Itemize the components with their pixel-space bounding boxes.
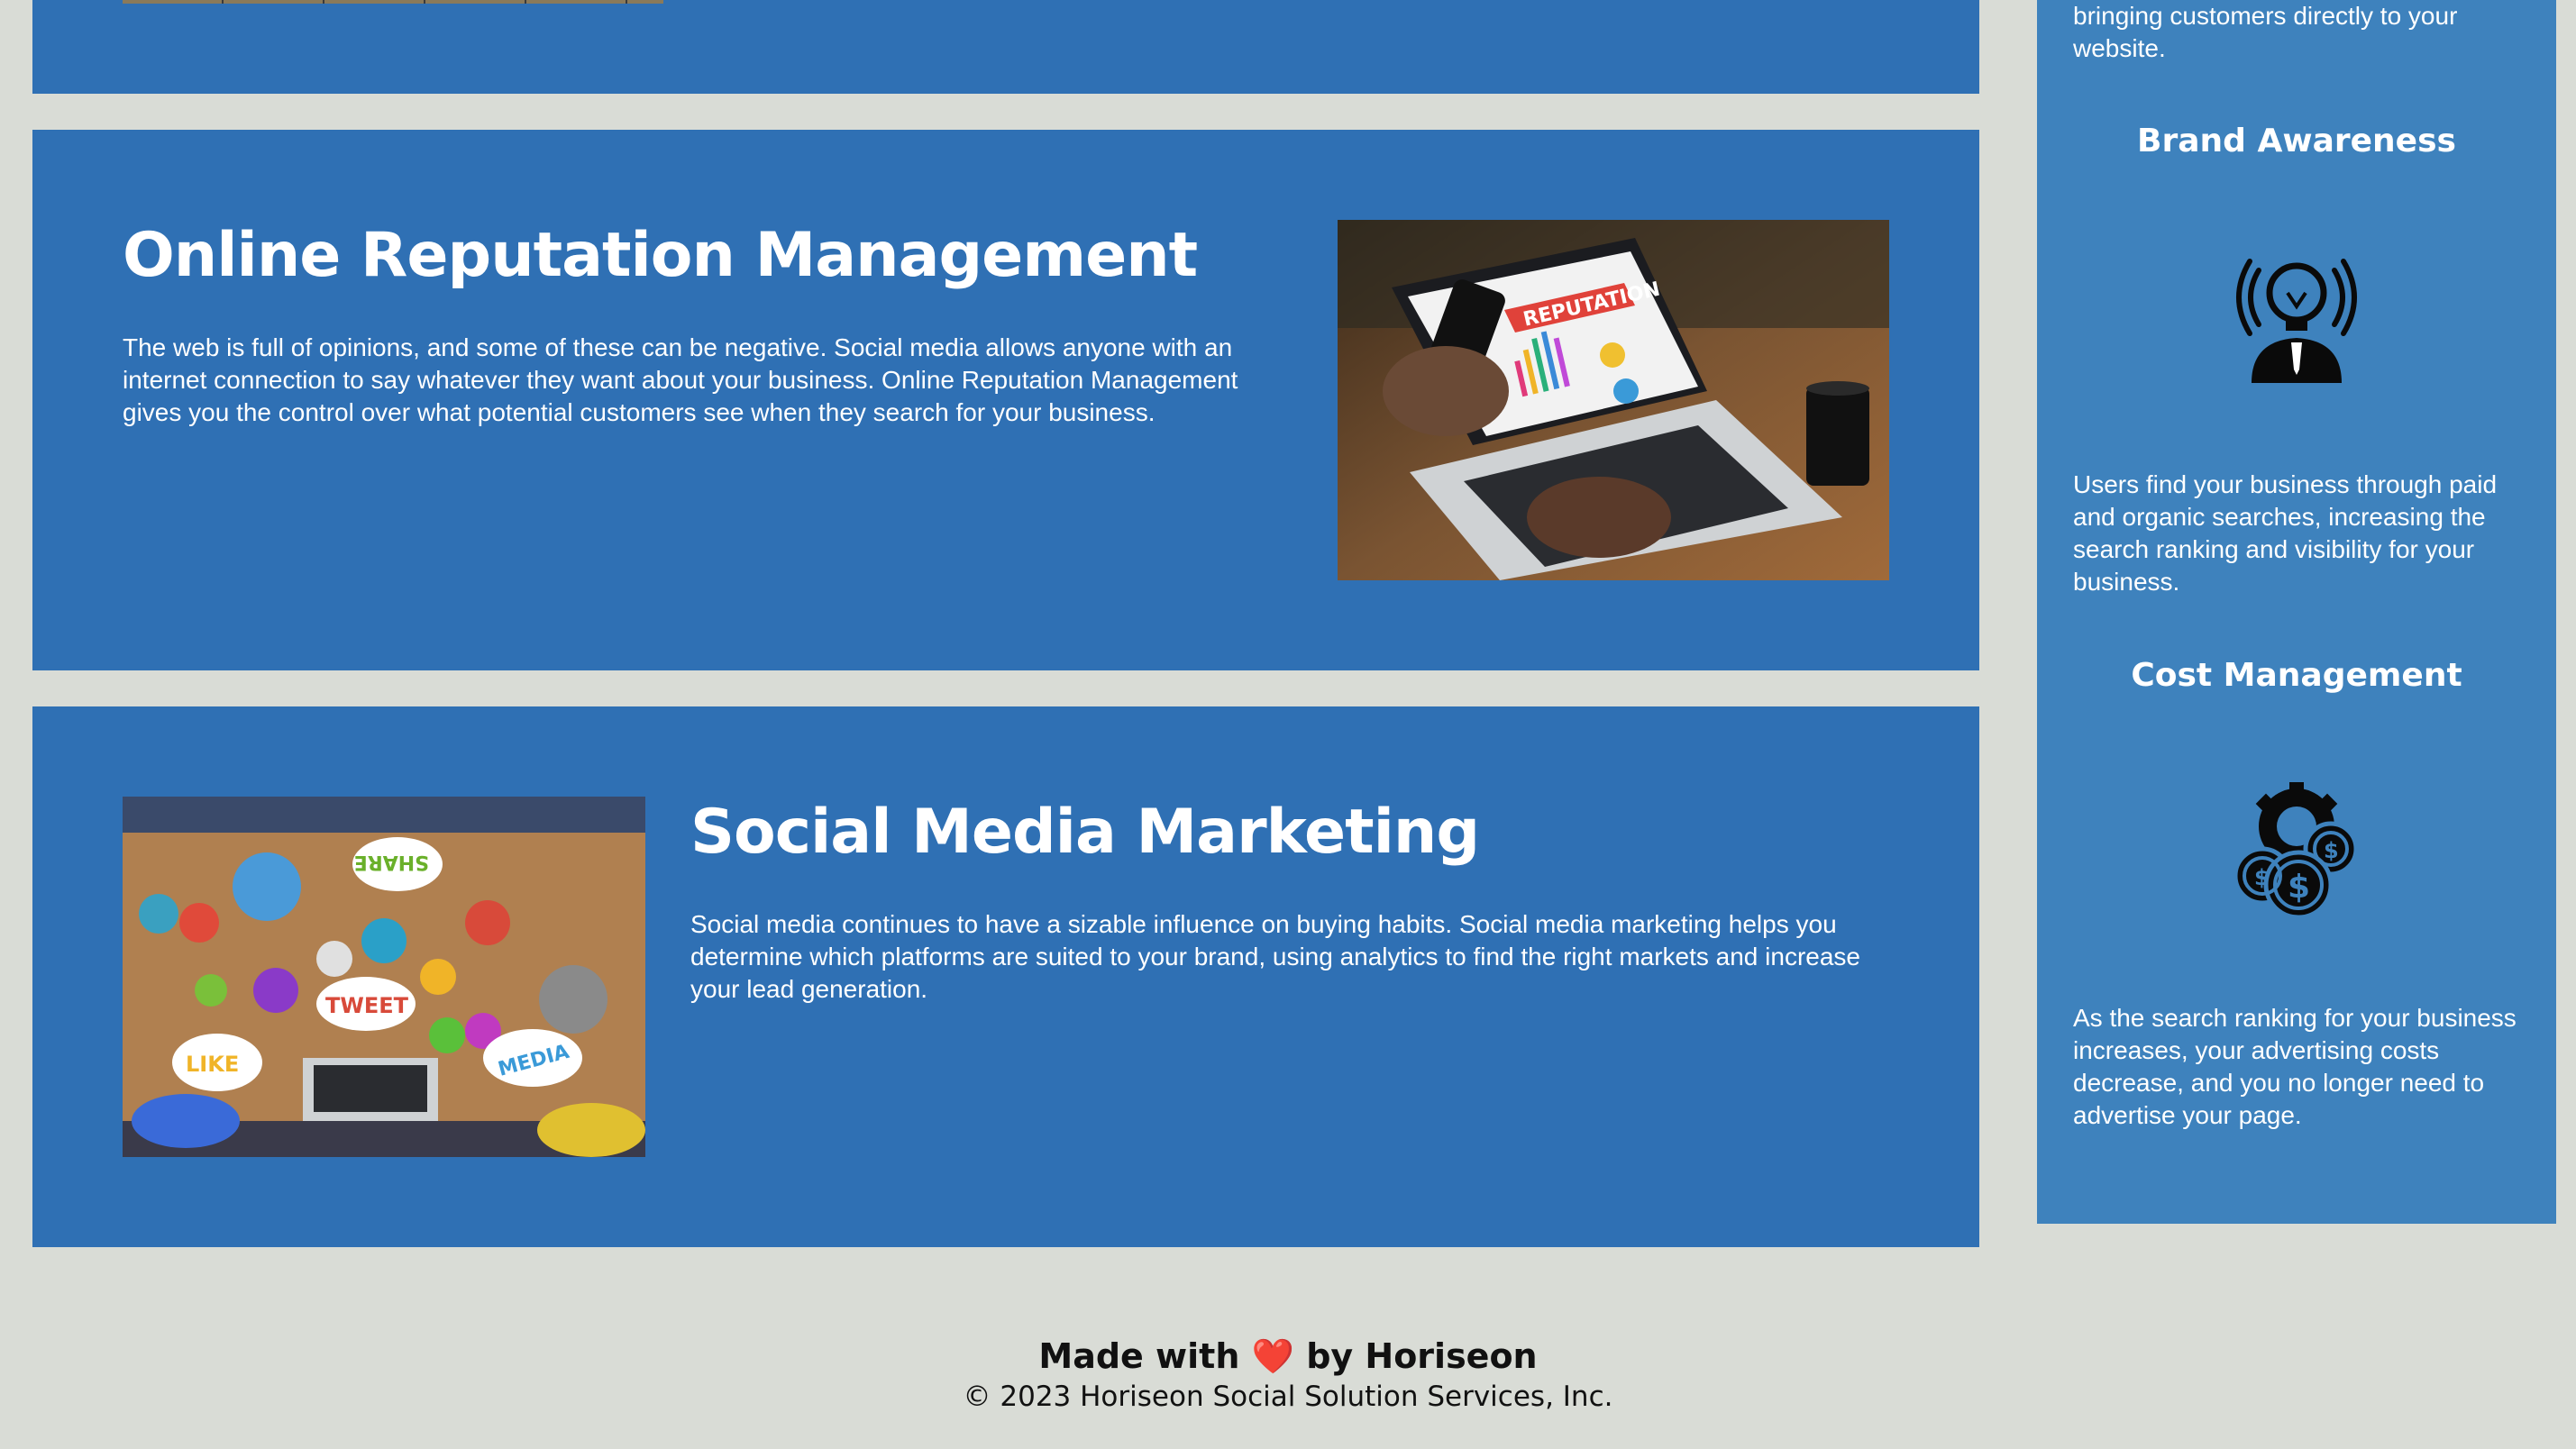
reputation-laptop-image: REPUTATION [1338, 220, 1889, 580]
previous-section-image [123, 0, 663, 4]
made-with-prefix: Made with [1038, 1336, 1240, 1376]
heart-icon: ❤️ [1251, 1336, 1294, 1376]
copyright-text: © 2023 Horiseon Social Solution Services… [963, 1381, 1613, 1413]
share-bubble-label: SHARE [354, 851, 429, 873]
section-title: Online Reputation Management [123, 220, 1198, 291]
tweet-bubble-label: TWEET [325, 993, 409, 1018]
svg-text:$: $ [2324, 838, 2339, 863]
section-text: The web is full of opinions, and some of… [123, 333, 1238, 426]
brand-awareness-text: Users find your business through paid an… [2073, 470, 2498, 596]
brand-awareness-title: Brand Awareness [2137, 123, 2456, 159]
page-footer: Made with ❤️ by Horiseon © 2023 Horiseon… [0, 1334, 2576, 1415]
lightbulb-person-icon [2224, 243, 2369, 387]
cost-management-text: As the search ranking for your business … [2073, 1004, 2517, 1129]
social-media-image: SHARE TWEET LIKE MEDIA [123, 797, 645, 1157]
cost-management-title: Cost Management [2131, 657, 2462, 694]
svg-text:$: $ [2288, 869, 2310, 906]
section-title: Social Media Marketing [690, 797, 1480, 868]
sidebar-intro-text: bringing customers directly to your webs… [2073, 2, 2458, 62]
previous-section-card [32, 0, 1979, 94]
online-reputation-management-section: Online Reputation Management The web is … [32, 130, 1979, 670]
social-media-marketing-section: SHARE TWEET LIKE MEDIA Social Media Mark… [32, 706, 1979, 1247]
benefits-sidebar: bringing customers directly to your webs… [2037, 0, 2556, 1224]
like-bubble-label: LIKE [186, 1052, 239, 1077]
gear-money-icon: $ $ $ [2224, 777, 2369, 921]
svg-text:$: $ [2254, 865, 2270, 890]
section-text: Social media continues to have a sizable… [690, 910, 1860, 1003]
made-with-suffix: by Horiseon [1306, 1336, 1538, 1376]
made-with-credit: Made with ❤️ by Horiseon [0, 1334, 2576, 1379]
